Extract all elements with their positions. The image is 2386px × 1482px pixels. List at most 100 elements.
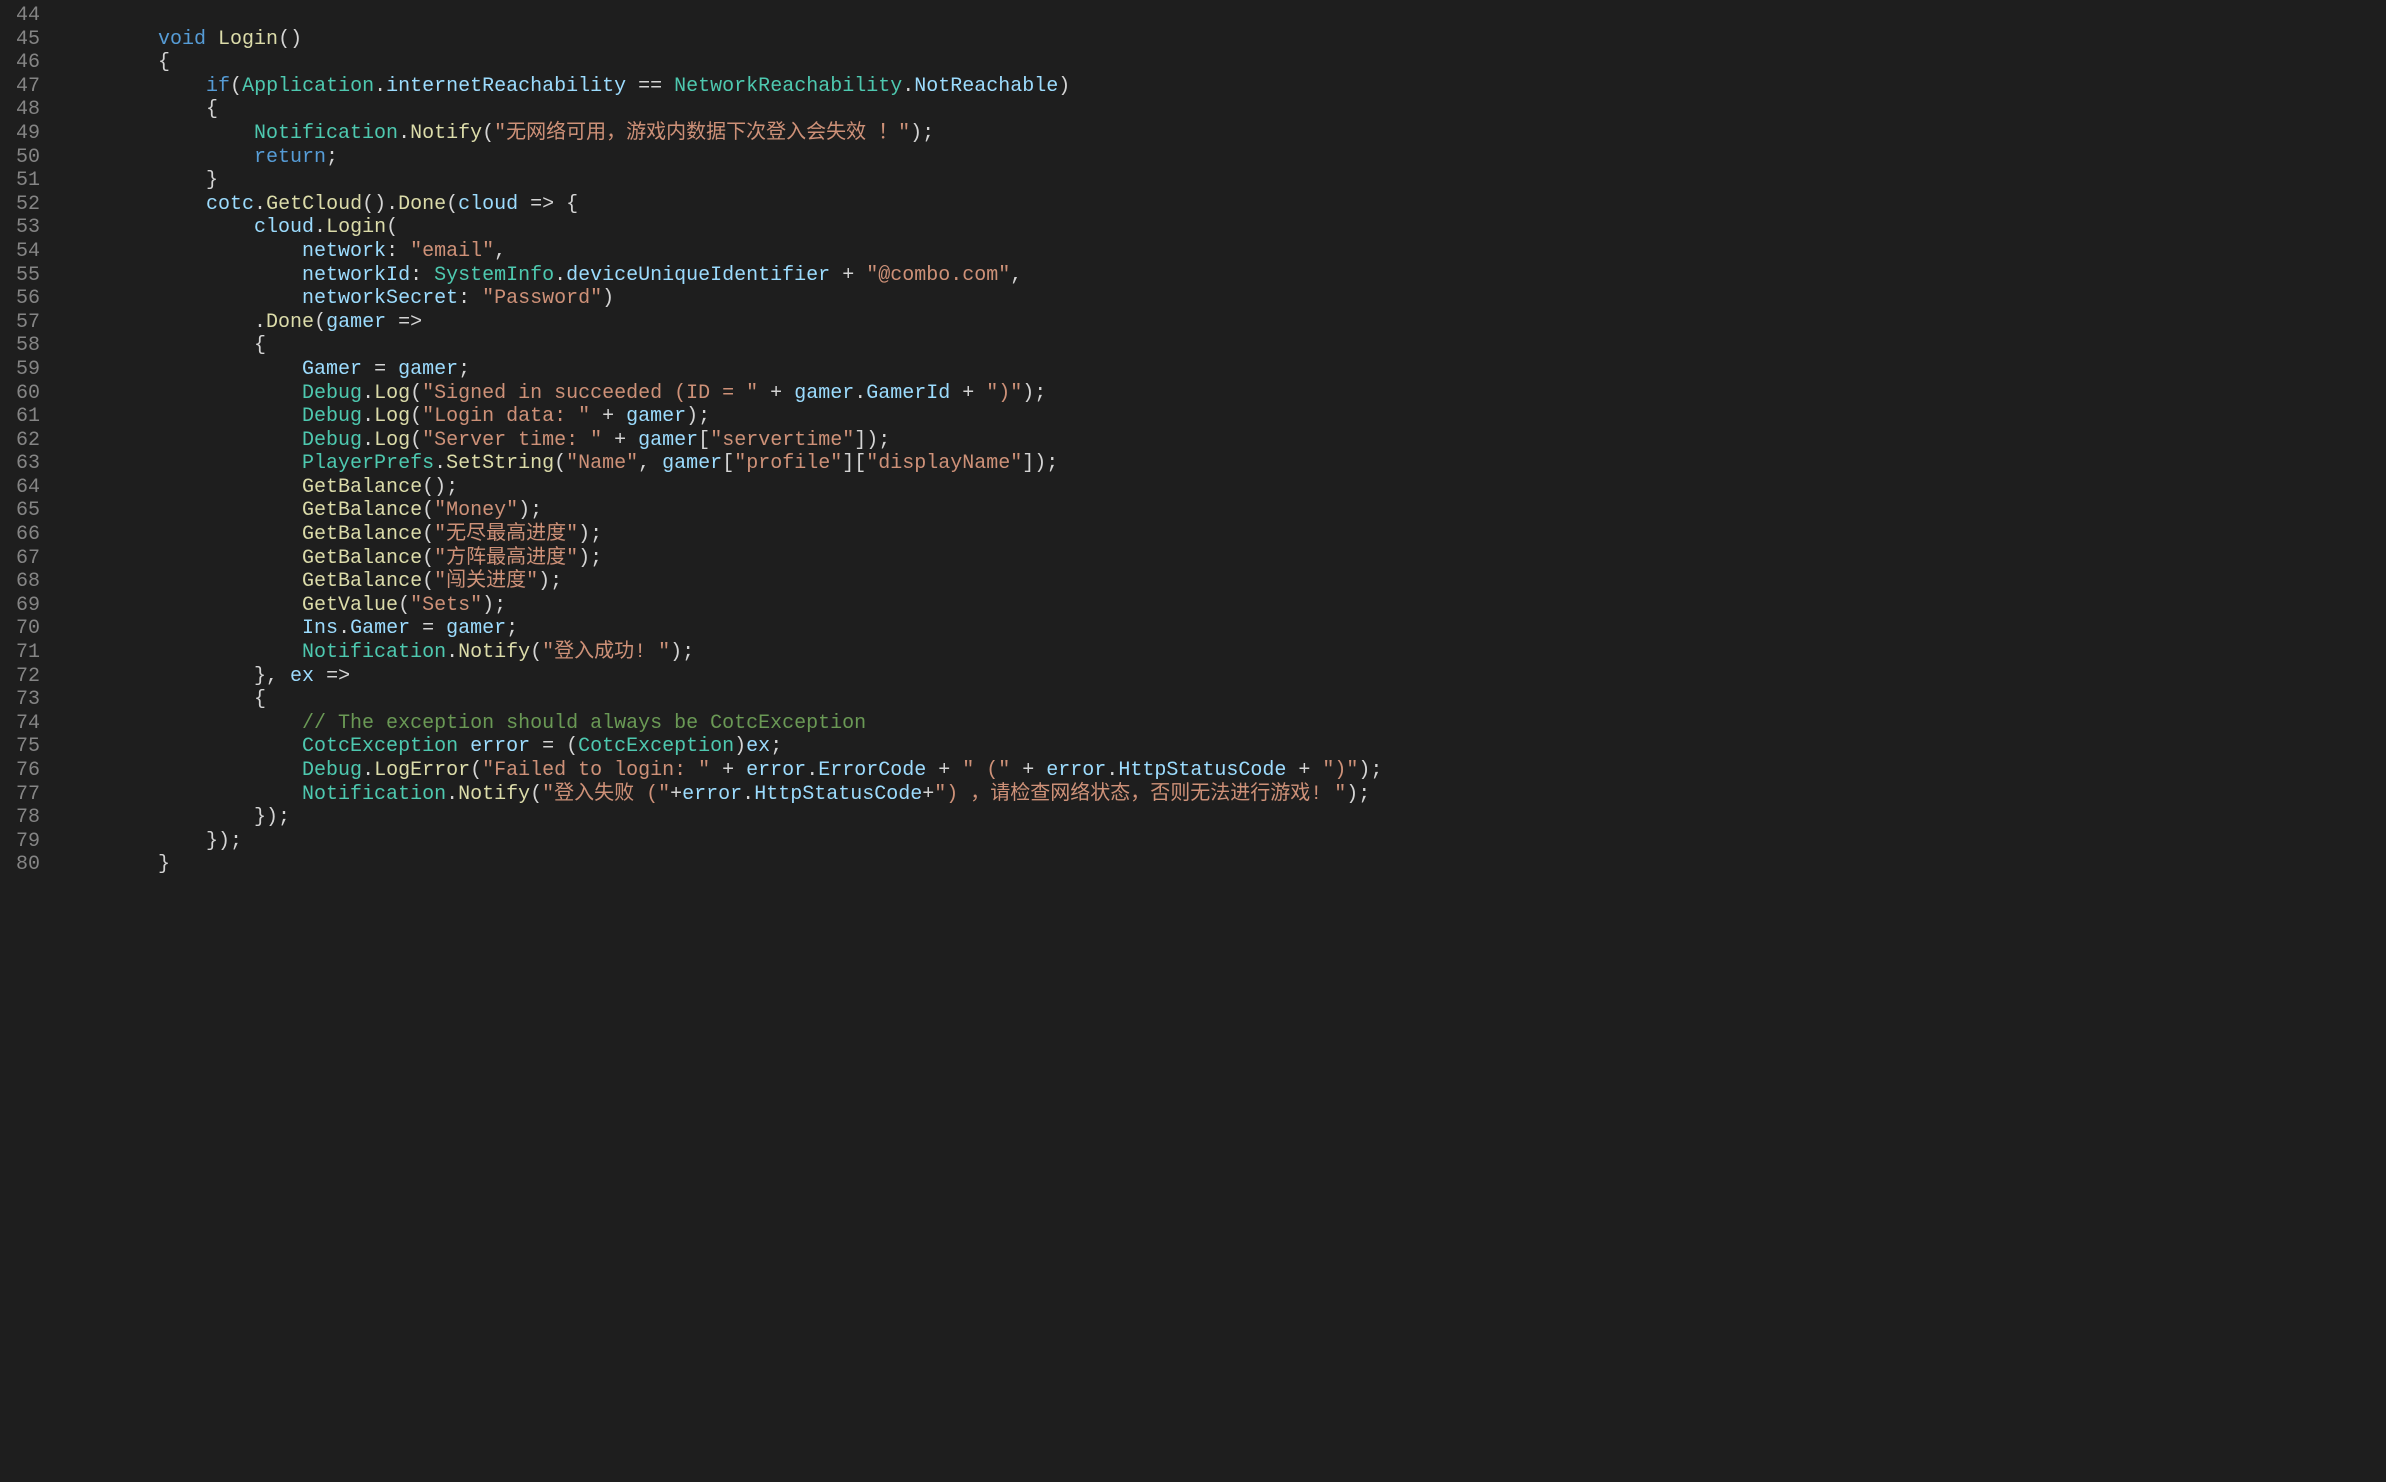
line-number[interactable]: 72 [0, 665, 40, 689]
code-line[interactable]: }); [62, 830, 2386, 854]
code-line[interactable]: networkId: SystemInfo.deviceUniqueIdenti… [62, 264, 2386, 288]
line-number[interactable]: 65 [0, 499, 40, 523]
code-line[interactable]: network: "email", [62, 240, 2386, 264]
code-token: : [410, 264, 434, 287]
code-token: Application [242, 75, 374, 98]
code-line[interactable]: CotcException error = (CotcException)ex; [62, 735, 2386, 759]
code-line[interactable]: Debug.Log("Server time: " + gamer["serve… [62, 429, 2386, 453]
line-number[interactable]: 53 [0, 216, 40, 240]
code-line[interactable]: { [62, 688, 2386, 712]
line-number[interactable]: 66 [0, 523, 40, 547]
code-token: }, [62, 665, 290, 688]
code-line[interactable]: { [62, 51, 2386, 75]
code-line[interactable]: { [62, 334, 2386, 358]
code-line[interactable]: PlayerPrefs.SetString("Name", gamer["pro… [62, 452, 2386, 476]
code-line[interactable]: GetBalance("闯关进度"); [62, 570, 2386, 594]
line-number[interactable]: 58 [0, 334, 40, 358]
code-token: => [314, 665, 350, 688]
line-number[interactable]: 54 [0, 240, 40, 264]
code-token: == [626, 75, 674, 98]
code-token: . [902, 75, 914, 98]
code-token [62, 28, 158, 51]
code-token [62, 122, 254, 145]
line-number[interactable]: 56 [0, 287, 40, 311]
code-line[interactable]: Notification.Notify("登入失败 ("+error.HttpS… [62, 783, 2386, 807]
code-line[interactable]: GetBalance("方阵最高进度"); [62, 547, 2386, 571]
code-token: . [742, 783, 754, 806]
line-number-gutter[interactable]: 4445464748495051525354555657585960616263… [0, 0, 58, 1482]
code-line[interactable]: Notification.Notify("无网络可用，游戏内数据下次登入会失效 … [62, 122, 2386, 146]
line-number[interactable]: 62 [0, 429, 40, 453]
code-line[interactable]: Debug.LogError("Failed to login: " + err… [62, 759, 2386, 783]
line-number[interactable]: 52 [0, 193, 40, 217]
line-number[interactable]: 60 [0, 382, 40, 406]
line-number[interactable]: 69 [0, 594, 40, 618]
code-line[interactable]: GetBalance("Money"); [62, 499, 2386, 523]
line-number[interactable]: 74 [0, 712, 40, 736]
code-line[interactable]: } [62, 853, 2386, 877]
line-number[interactable]: 64 [0, 476, 40, 500]
code-token: gamer [626, 405, 686, 428]
code-line[interactable]: cloud.Login( [62, 216, 2386, 240]
code-token: ) [734, 735, 746, 758]
code-token [62, 759, 302, 782]
code-line[interactable] [62, 4, 2386, 28]
code-line[interactable]: .Done(gamer => [62, 311, 2386, 335]
code-line[interactable]: // The exception should always be CotcEx… [62, 712, 2386, 736]
line-number[interactable]: 73 [0, 688, 40, 712]
code-token: + [922, 783, 934, 806]
code-token: ( [530, 783, 542, 806]
code-line[interactable]: { [62, 98, 2386, 122]
line-number[interactable]: 51 [0, 169, 40, 193]
code-line[interactable]: Ins.Gamer = gamer; [62, 617, 2386, 641]
code-line[interactable]: cotc.GetCloud().Done(cloud => { [62, 193, 2386, 217]
code-line[interactable]: if(Application.internetReachability == N… [62, 75, 2386, 99]
code-line[interactable]: Debug.Log("Signed in succeeded (ID = " +… [62, 382, 2386, 406]
code-token: { [62, 98, 218, 121]
line-number[interactable]: 50 [0, 146, 40, 170]
code-token [62, 452, 302, 475]
line-number[interactable]: 75 [0, 735, 40, 759]
code-line[interactable]: Debug.Log("Login data: " + gamer); [62, 405, 2386, 429]
code-line[interactable]: Gamer = gamer; [62, 358, 2386, 382]
line-number[interactable]: 71 [0, 641, 40, 665]
line-number[interactable]: 63 [0, 452, 40, 476]
line-number[interactable]: 67 [0, 547, 40, 571]
line-number[interactable]: 55 [0, 264, 40, 288]
code-line[interactable]: }, ex => [62, 665, 2386, 689]
code-token: (); [422, 476, 458, 499]
code-token: ); [518, 499, 542, 522]
code-token: "Login data: " [422, 405, 590, 428]
code-line[interactable]: } [62, 169, 2386, 193]
code-token: Done [266, 311, 314, 334]
code-line[interactable]: void Login() [62, 28, 2386, 52]
line-number[interactable]: 47 [0, 75, 40, 99]
code-line[interactable]: GetBalance("无尽最高进度"); [62, 523, 2386, 547]
code-line[interactable]: GetBalance(); [62, 476, 2386, 500]
line-number[interactable]: 77 [0, 783, 40, 807]
code-token: . [1106, 759, 1118, 782]
line-number[interactable]: 61 [0, 405, 40, 429]
line-number[interactable]: 68 [0, 570, 40, 594]
code-line[interactable]: GetValue("Sets"); [62, 594, 2386, 618]
code-line[interactable]: }); [62, 806, 2386, 830]
code-line[interactable]: Notification.Notify("登入成功! "); [62, 641, 2386, 665]
line-number[interactable]: 76 [0, 759, 40, 783]
line-number[interactable]: 45 [0, 28, 40, 52]
line-number[interactable]: 49 [0, 122, 40, 146]
code-token: + [1010, 759, 1046, 782]
line-number[interactable]: 57 [0, 311, 40, 335]
code-token: ); [482, 594, 506, 617]
code-line[interactable]: return; [62, 146, 2386, 170]
code-content-area[interactable]: void Login() { if(Application.internetRe… [58, 0, 2386, 1482]
line-number[interactable]: 46 [0, 51, 40, 75]
line-number[interactable]: 70 [0, 617, 40, 641]
code-line[interactable]: networkSecret: "Password") [62, 287, 2386, 311]
line-number[interactable]: 80 [0, 853, 40, 877]
line-number[interactable]: 78 [0, 806, 40, 830]
line-number[interactable]: 59 [0, 358, 40, 382]
line-number[interactable]: 79 [0, 830, 40, 854]
line-number[interactable]: 44 [0, 4, 40, 28]
code-token: ex [746, 735, 770, 758]
line-number[interactable]: 48 [0, 98, 40, 122]
